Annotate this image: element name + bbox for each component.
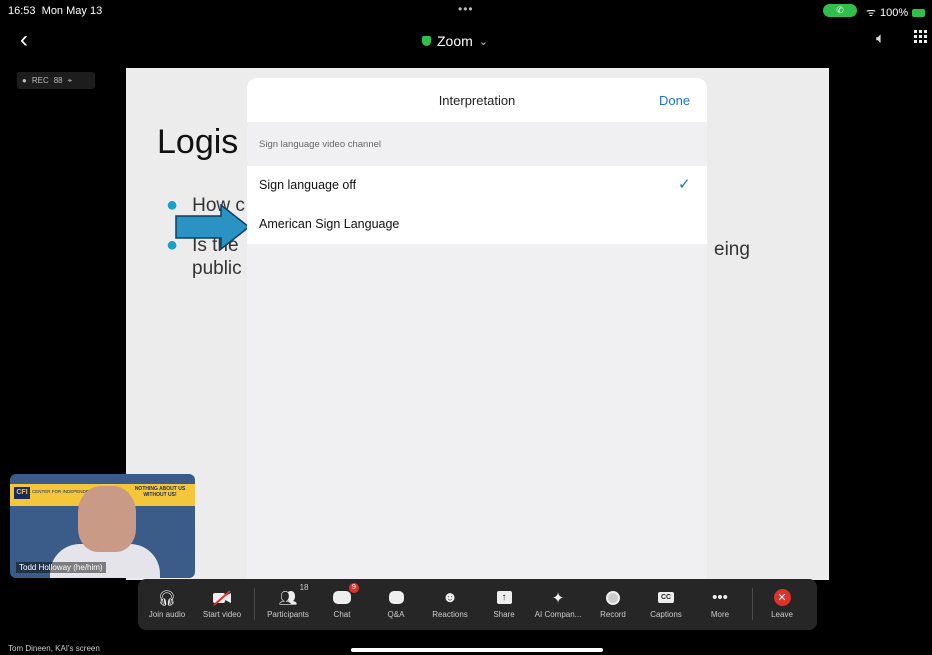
screen-owner-label: Tom Dineen, KAI's screen bbox=[8, 644, 100, 653]
wifi-icon: ᯤ bbox=[866, 7, 877, 19]
pin-icon: ⌖ bbox=[67, 75, 73, 85]
captions-icon: CC bbox=[658, 589, 674, 606]
leave-button[interactable]: ✕ Leave bbox=[768, 579, 796, 630]
captions-button[interactable]: CC Captions bbox=[646, 579, 686, 630]
participant-name: Todd Holloway (he/him) bbox=[16, 562, 106, 573]
chevron-down-icon: ⌄ bbox=[478, 35, 489, 48]
meeting-title-button[interactable]: Zoom ⌄ bbox=[422, 33, 488, 49]
back-chevron-icon[interactable]: ‹ bbox=[20, 28, 28, 52]
toolbar-divider bbox=[752, 588, 753, 620]
annotation-arrow-icon bbox=[175, 204, 251, 250]
sparkle-icon: ✦ bbox=[551, 589, 565, 607]
option-label: Sign language off bbox=[259, 178, 357, 192]
participant-face bbox=[78, 486, 136, 552]
video-off-icon bbox=[212, 589, 232, 606]
reactions-button[interactable]: ☻ Reactions bbox=[428, 579, 472, 630]
share-icon: ↑ bbox=[496, 589, 512, 606]
rec-label: REC bbox=[31, 76, 49, 85]
recording-indicator: ● REC 88 ⌖ bbox=[17, 72, 95, 89]
more-icon: ••• bbox=[712, 589, 728, 606]
layout-icon: 88 bbox=[53, 76, 63, 85]
slide-bullet-continuation: public bbox=[192, 258, 242, 279]
shield-icon bbox=[422, 36, 431, 46]
join-audio-button[interactable]: 🎧︎ Join audio bbox=[144, 579, 190, 630]
battery-icon bbox=[912, 8, 926, 17]
record-button[interactable]: Record bbox=[596, 579, 630, 630]
home-indicator[interactable] bbox=[351, 648, 603, 652]
status-indicators: ᯤ 100% bbox=[866, 5, 926, 20]
banner-slogan: NOTHING ABOUT US WITHOUT US! bbox=[134, 486, 186, 498]
start-video-button[interactable]: Start video bbox=[198, 579, 246, 630]
speaker-icon[interactable]: 🔈︎ bbox=[876, 30, 885, 47]
record-icon bbox=[606, 589, 620, 606]
interpretation-dialog: Interpretation Done Sign language video … bbox=[247, 78, 707, 588]
section-label: Sign language video channel bbox=[259, 139, 382, 150]
option-label: American Sign Language bbox=[259, 217, 400, 231]
meeting-title: Zoom bbox=[437, 33, 473, 49]
chat-unread-badge: 9 bbox=[349, 583, 359, 593]
phone-icon: ✆ bbox=[836, 5, 844, 15]
battery-percent: 100% bbox=[880, 6, 909, 19]
multitask-dots-icon[interactable]: ••• bbox=[458, 2, 474, 16]
cfi-logo: CFI bbox=[14, 487, 30, 499]
leave-icon: ✕ bbox=[773, 589, 791, 606]
checkmark-icon: ✓ bbox=[678, 176, 691, 193]
more-button[interactable]: ••• More bbox=[706, 579, 734, 630]
participants-button[interactable]: 👥︎ 18 Participants bbox=[262, 579, 314, 630]
chat-button[interactable]: 9 Chat bbox=[326, 579, 359, 630]
dialog-title: Interpretation bbox=[438, 93, 516, 108]
toolbar-divider bbox=[254, 588, 255, 620]
participants-icon: 👥︎ 18 bbox=[278, 583, 309, 607]
qa-icon bbox=[388, 589, 404, 606]
chat-icon: 9 bbox=[333, 583, 359, 606]
share-button[interactable]: ↑ Share bbox=[488, 579, 520, 630]
gallery-view-icon[interactable] bbox=[914, 30, 927, 43]
headphones-icon: 🎧︎ bbox=[157, 589, 177, 607]
rec-dot-icon: ● bbox=[22, 76, 27, 85]
reactions-icon: ☻ bbox=[442, 589, 458, 606]
ai-companion-button[interactable]: ✦ AI Compan... bbox=[530, 579, 586, 630]
done-button[interactable]: Done bbox=[659, 93, 690, 108]
slide-title: Logis bbox=[157, 123, 239, 161]
active-call-pill[interactable]: ✆ bbox=[823, 4, 857, 17]
qa-button[interactable]: Q&A bbox=[380, 579, 412, 630]
participants-count: 18 bbox=[299, 583, 309, 592]
status-time: 16:53 Mon May 13 bbox=[8, 5, 103, 17]
slide-text-fragment: eing bbox=[714, 239, 750, 260]
dialog-empty-area bbox=[247, 244, 707, 588]
participant-video-tile[interactable]: CFI CENTER FOR INDEPENDENCE NOTHING ABOU… bbox=[10, 474, 195, 578]
